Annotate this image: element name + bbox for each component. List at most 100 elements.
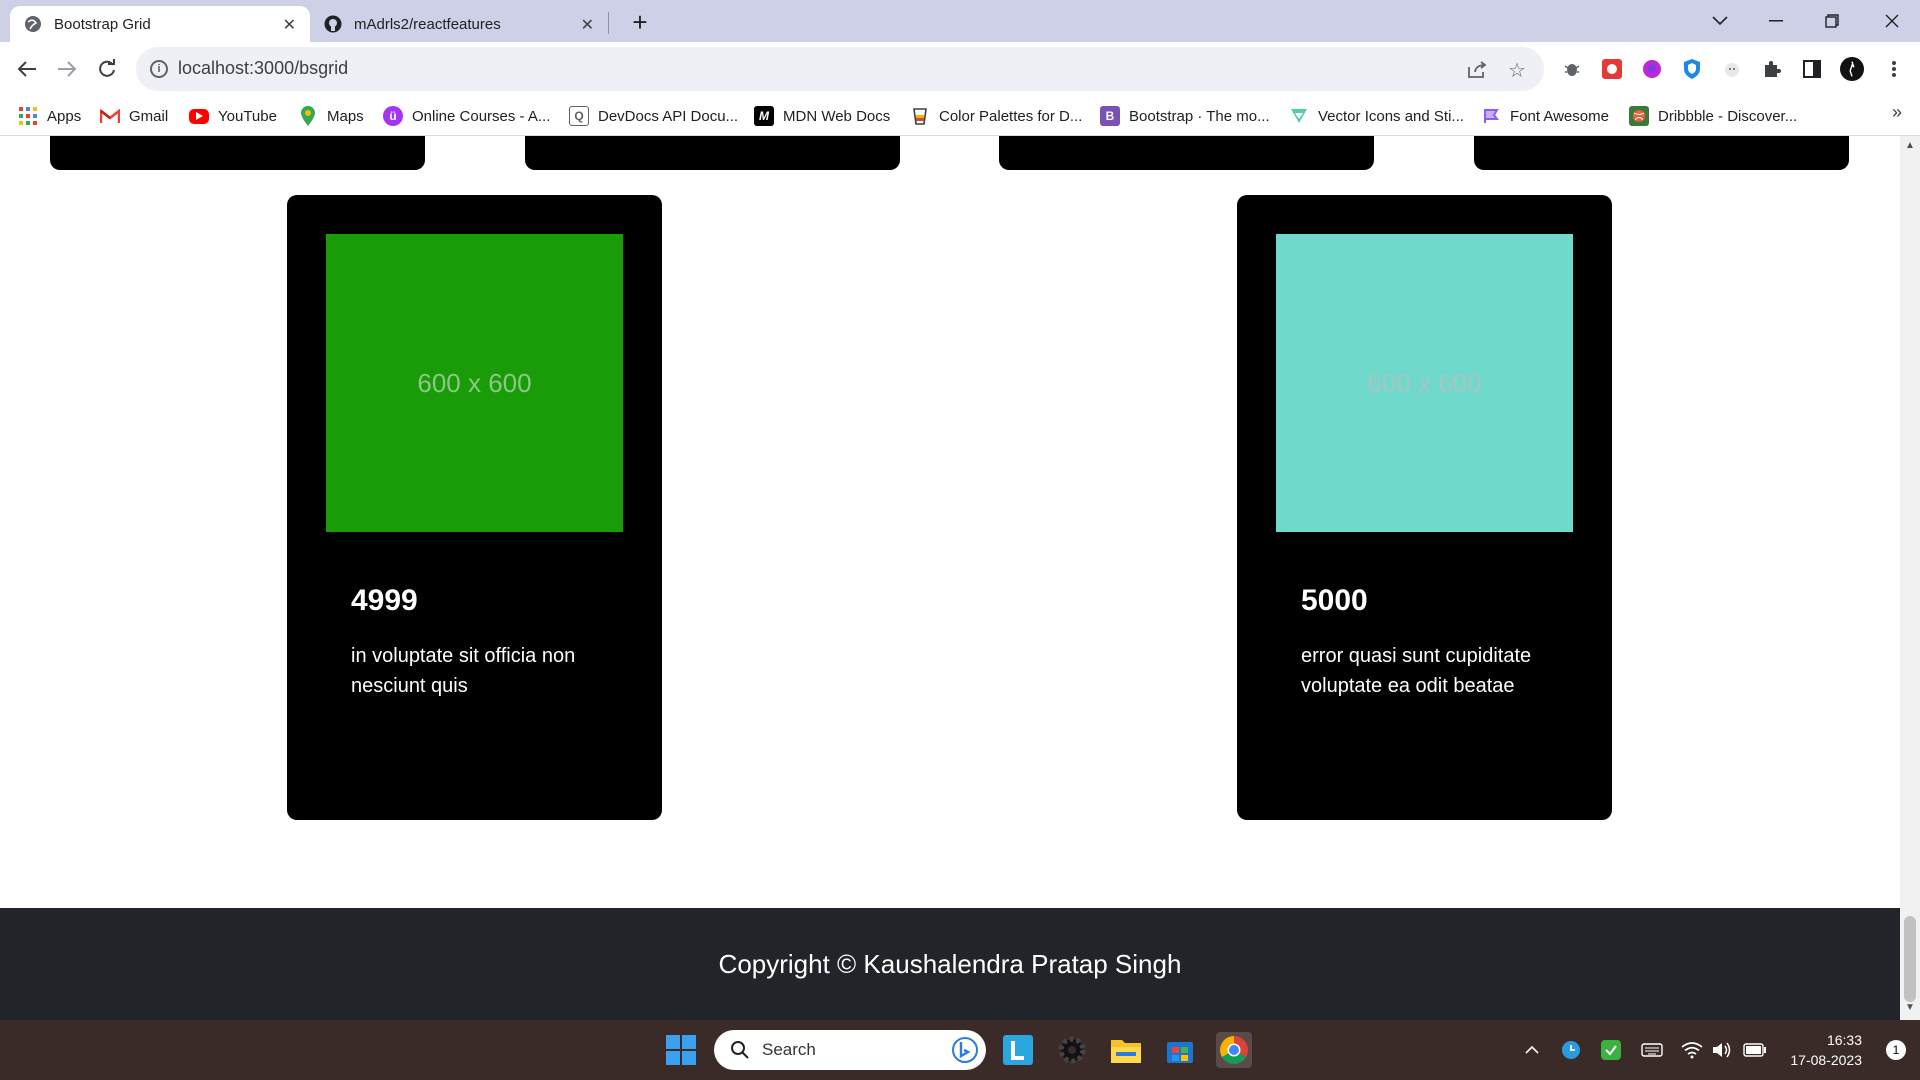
product-card: 600 x 600 4999 in voluptate sit officia … [287, 195, 662, 820]
scroll-up-arrow-icon[interactable]: ▲ [1905, 140, 1915, 151]
bookmark-label: Color Palettes for D... [939, 107, 1083, 125]
forward-button[interactable] [50, 52, 84, 86]
bookmark-gmail[interactable]: Gmail [100, 104, 168, 128]
bookmark-devdocs[interactable]: Q DevDocs API Docu... [569, 104, 738, 128]
kebab-menu-icon[interactable] [1882, 57, 1906, 81]
bookmark-label: YouTube [218, 107, 277, 125]
taskbar-search-box[interactable]: Search [714, 1030, 986, 1070]
bookmark-mdn[interactable]: M MDN Web Docs [754, 104, 890, 128]
bookmark-label: Gmail [129, 107, 169, 125]
image-size-label: 600 x 600 [1367, 367, 1482, 398]
bookmark-color-palettes[interactable]: Color Palettes for D... [910, 104, 1082, 128]
bookmark-bootstrap[interactable]: B Bootstrap · The mo... [1100, 104, 1270, 128]
close-window-button[interactable] [1864, 0, 1920, 42]
flaticon-icon [1289, 106, 1309, 126]
restore-button[interactable] [1804, 0, 1860, 42]
bing-icon[interactable] [952, 1036, 978, 1069]
share-icon[interactable] [1466, 59, 1488, 81]
github-icon [324, 15, 342, 33]
minimize-button[interactable] [1748, 0, 1804, 42]
bookmark-online-courses[interactable]: ü Online Courses - A... [383, 104, 550, 128]
clock-date: 17-08-2023 [1790, 1052, 1862, 1068]
bug-extension-icon[interactable] [1560, 57, 1584, 81]
close-tab-icon[interactable]: ✕ [581, 15, 594, 35]
taskbar-store-icon[interactable] [1162, 1032, 1198, 1068]
close-icon [1885, 14, 1899, 28]
taskbar-clock[interactable]: 16:33 17-08-2023 [1790, 1030, 1862, 1070]
bookmark-font-awesome[interactable]: Font Awesome [1481, 104, 1609, 128]
more-bookmarks-icon[interactable]: » [1892, 102, 1902, 123]
card-partial [1474, 136, 1849, 170]
back-button[interactable] [10, 52, 44, 86]
taskbar-chrome-icon[interactable] [1216, 1032, 1252, 1068]
bookmark-youtube[interactable]: YouTube [189, 104, 277, 128]
taskbar-file-explorer-icon[interactable] [1108, 1032, 1144, 1068]
devdocs-icon: Q [569, 106, 589, 126]
bookmark-apps[interactable]: Apps [18, 104, 81, 128]
font-awesome-icon [1481, 106, 1501, 126]
color-palette-icon [910, 106, 930, 126]
red-extension-icon[interactable] [1600, 57, 1624, 81]
restore-icon [1825, 14, 1839, 28]
tab-github[interactable]: mAdrls2/reactfeatures ✕ [310, 6, 608, 42]
bookmark-label: Font Awesome [1510, 107, 1609, 125]
bookmark-label: Online Courses - A... [412, 107, 551, 125]
keyboard-icon[interactable] [1640, 1038, 1664, 1062]
reload-button[interactable] [90, 52, 124, 86]
purple-extension-icon[interactable] [1640, 57, 1664, 81]
card-price: 5000 [1301, 584, 1368, 617]
bookmark-star-icon[interactable]: ☆ [1506, 59, 1528, 82]
tray-clock-app-icon[interactable] [1560, 1038, 1582, 1062]
card-partial [999, 136, 1374, 170]
url-text[interactable]: localhost:3000/bsgrid [178, 58, 348, 79]
search-placeholder: Search [762, 1040, 816, 1059]
bookmarks-bar: Apps Gmail YouTube Maps ü Online Courses… [0, 96, 1920, 136]
card-partial [525, 136, 900, 170]
scroll-down-arrow-icon[interactable]: ▼ [1905, 1002, 1915, 1013]
tab-bootstrap-grid[interactable]: Bootstrap Grid ✕ [10, 6, 310, 42]
bookmark-label: Vector Icons and Sti... [1318, 107, 1464, 125]
side-panel-icon[interactable] [1800, 57, 1824, 81]
udemy-icon: ü [383, 106, 403, 126]
bookmark-label: Dribbble - Discover... [1658, 107, 1798, 125]
volume-icon[interactable] [1710, 1038, 1734, 1062]
profile-avatar[interactable] [1840, 57, 1864, 81]
bookmark-label: Maps [327, 107, 364, 125]
tab-title: Bootstrap Grid [54, 15, 151, 33]
windows-start-button[interactable] [663, 1032, 699, 1068]
bookmark-dribbble[interactable]: Dribbble - Discover... [1629, 104, 1797, 128]
taskbar-settings-icon[interactable] [1054, 1032, 1090, 1068]
wifi-icon[interactable] [1680, 1038, 1704, 1062]
page-scrollbar[interactable]: ▲ ▼ [1900, 136, 1920, 1020]
maps-icon [298, 106, 318, 126]
tab-search-button[interactable] [1692, 0, 1748, 42]
card-description: in voluptate sit officia non nesciunt qu… [351, 645, 576, 697]
chevron-up-icon[interactable] [1522, 1038, 1542, 1062]
extensions-puzzle-icon[interactable] [1760, 57, 1784, 81]
battery-icon[interactable] [1742, 1038, 1768, 1062]
shield-extension-icon[interactable] [1680, 57, 1704, 81]
tab-title: mAdrls2/reactfeatures [354, 15, 501, 33]
dribbble-icon [1629, 106, 1649, 126]
youtube-icon [189, 108, 209, 124]
close-tab-icon[interactable]: ✕ [283, 15, 296, 35]
arrow-right-icon [58, 61, 77, 77]
product-card: 600 x 600 5000 error quasi sunt cupidita… [1237, 195, 1612, 820]
new-tab-button[interactable]: + [624, 6, 656, 38]
tray-security-icon[interactable] [1600, 1038, 1622, 1062]
page-viewport: 600 x 600 4999 in voluptate sit officia … [0, 136, 1900, 1020]
cat-extension-icon[interactable] [1720, 57, 1744, 81]
globe-icon [24, 15, 42, 33]
bookmark-vector-icons[interactable]: Vector Icons and Sti... [1289, 104, 1464, 128]
bookmark-maps[interactable]: Maps [298, 104, 364, 128]
address-bar[interactable]: i localhost:3000/bsgrid ☆ [136, 47, 1544, 91]
mdn-icon: M [754, 106, 774, 126]
taskbar-app-l[interactable] [1000, 1032, 1036, 1068]
bookmark-label: Apps [47, 107, 82, 125]
bookmark-label: Bootstrap · The mo... [1129, 107, 1270, 125]
clock-time: 16:33 [1826, 1032, 1862, 1048]
site-info-icon[interactable]: i [150, 60, 168, 78]
scrollbar-thumb[interactable] [1904, 916, 1916, 1002]
notification-badge[interactable]: 1 [1886, 1040, 1906, 1060]
browser-toolbar: i localhost:3000/bsgrid ☆ [0, 42, 1920, 96]
